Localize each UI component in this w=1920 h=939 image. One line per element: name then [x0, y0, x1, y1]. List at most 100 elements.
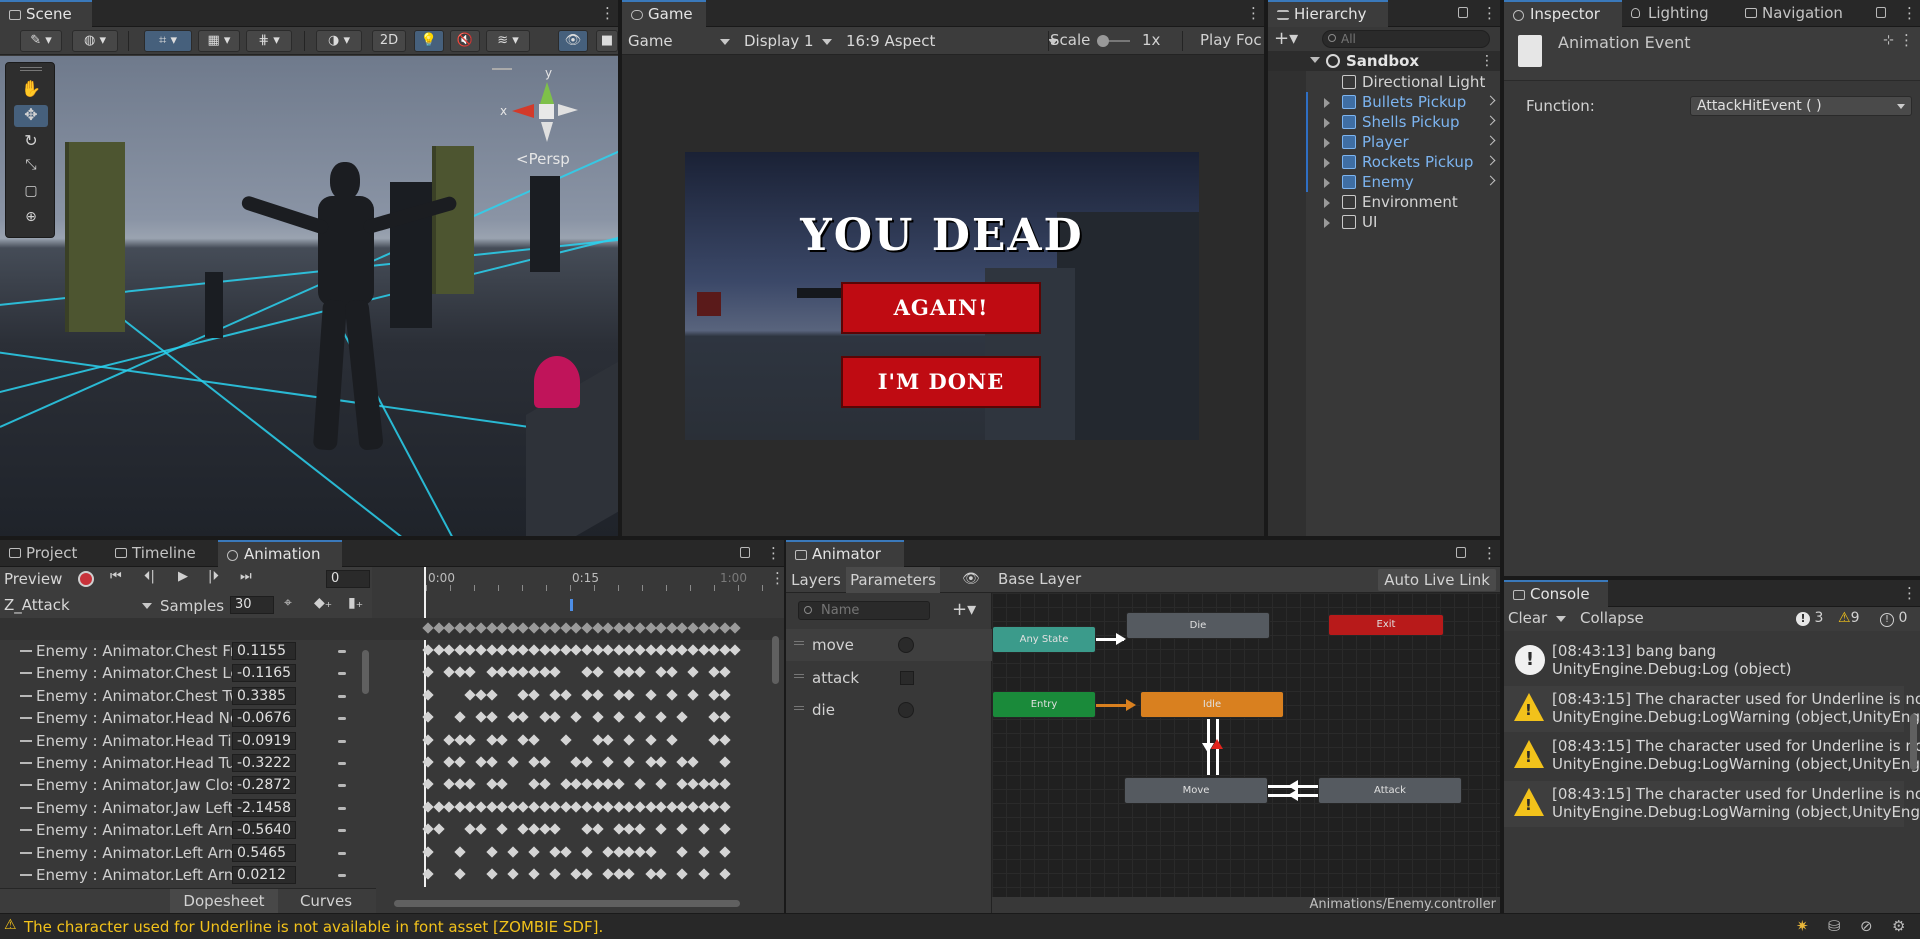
drag-handle-icon[interactable] — [794, 706, 804, 710]
keyframe[interactable] — [454, 868, 466, 880]
snap-increment-button[interactable]: ⋕ ▾ — [246, 30, 292, 52]
animation-event-marker[interactable] — [570, 599, 573, 611]
keyframe[interactable] — [443, 644, 455, 656]
keyframe[interactable] — [666, 733, 678, 746]
keyframe[interactable] — [422, 845, 434, 858]
track-options-icon[interactable] — [338, 784, 346, 788]
move-node[interactable]: Move — [1124, 777, 1268, 804]
scroll-thumb[interactable] — [394, 900, 740, 907]
breadcrumb-base-layer[interactable]: Base Layer — [998, 570, 1081, 588]
keyframe[interactable] — [443, 666, 455, 679]
expand-arrow-icon[interactable] — [1324, 198, 1335, 208]
keyframe[interactable] — [549, 644, 561, 656]
keyframe[interactable] — [602, 644, 614, 656]
keyframe[interactable] — [485, 778, 498, 791]
play-button[interactable]: ▶ — [178, 569, 188, 584]
keyframe[interactable] — [454, 756, 466, 768]
track-value-input[interactable]: -0.0919 — [232, 731, 296, 750]
keyframe[interactable] — [517, 823, 530, 835]
keyframe[interactable] — [708, 644, 720, 656]
tab-scene[interactable]: Scene — [0, 0, 92, 27]
keyframe[interactable] — [719, 823, 731, 835]
keyframe[interactable] — [708, 622, 720, 634]
keyframe[interactable] — [464, 733, 477, 746]
keyframe[interactable] — [634, 823, 646, 835]
last-keyframe-icon[interactable]: ⏭ — [240, 569, 252, 584]
animation-track[interactable]: Enemy : Animator.Left Arm 0.5465 — [0, 842, 372, 864]
tab-timeline[interactable]: Timeline — [106, 540, 218, 567]
keyframe[interactable] — [422, 644, 434, 656]
animation-menu-icon[interactable]: ⋮ — [766, 544, 781, 562]
keyframe[interactable] — [454, 845, 466, 858]
track-options-icon[interactable] — [338, 694, 346, 698]
add-keyframe-icon[interactable]: ◆₊ — [314, 595, 332, 611]
keyframe[interactable] — [687, 644, 699, 656]
hierarchy-item[interactable]: Rockets Pickup — [1268, 152, 1500, 172]
bool-toggle-radio[interactable] — [898, 702, 914, 718]
tab-lighting[interactable]: Lighting — [1622, 0, 1732, 27]
error-count-toggle[interactable]: ! 0 — [1880, 610, 1907, 627]
hierarchy-item[interactable]: Environment — [1268, 192, 1500, 212]
keyframe[interactable] — [708, 666, 720, 679]
attack-node[interactable]: Attack — [1318, 777, 1462, 804]
animation-track[interactable]: Enemy : Animator.Chest Tw 0.3385 — [0, 685, 372, 707]
toggle-2d-button[interactable]: 2D — [372, 30, 406, 52]
keyframe[interactable] — [634, 711, 646, 723]
keyframe[interactable] — [634, 801, 646, 813]
animator-menu-icon[interactable]: ⋮ — [1482, 544, 1497, 562]
eye-icon[interactable]: 👁 — [962, 571, 980, 587]
keyframe[interactable] — [570, 778, 583, 791]
track-options-icon[interactable] — [338, 739, 346, 743]
keyframe[interactable] — [581, 868, 593, 880]
keyframe[interactable] — [655, 756, 667, 768]
trigger-checkbox[interactable] — [900, 670, 914, 685]
next-keyframe-icon[interactable]: |⏵ — [208, 569, 219, 584]
keyframe[interactable] — [613, 778, 625, 791]
expand-arrow-icon[interactable] — [1324, 178, 1335, 188]
add-parameter-button[interactable]: +▾ — [952, 599, 976, 620]
keyframe[interactable] — [496, 733, 508, 746]
keyframe[interactable] — [464, 823, 477, 835]
keyframe[interactable] — [623, 868, 636, 880]
console-log-entry[interactable]: [08:43:15] The character used for Underl… — [1504, 780, 1920, 827]
any-state-node[interactable]: Any State — [992, 626, 1096, 653]
keyframe[interactable] — [443, 756, 455, 768]
keyframe[interactable] — [602, 622, 614, 634]
scene-viewport[interactable]: ✋ ✥ ↻ ⤡ ▢ ⊕ y x <Persp — [0, 56, 618, 536]
keyframe[interactable] — [485, 756, 498, 768]
hierarchy-add-button[interactable]: +▾ — [1274, 28, 1304, 50]
hierarchy-item[interactable]: Player — [1268, 132, 1500, 152]
keyframe[interactable] — [485, 689, 498, 701]
keyframe[interactable] — [676, 868, 689, 880]
keyframe[interactable] — [464, 778, 477, 791]
keyframe[interactable] — [443, 622, 455, 634]
audio-toggle-icon[interactable]: 🔇 — [450, 30, 480, 52]
first-keyframe-icon[interactable]: ⏮ — [110, 569, 122, 584]
keyframe[interactable] — [676, 711, 689, 723]
add-event-icon[interactable]: ▮₊ — [348, 595, 363, 611]
keyframe[interactable] — [623, 823, 636, 835]
curves-tab[interactable]: Curves — [280, 889, 372, 913]
console-log-entry[interactable]: [08:43:15] The character used for Underl… — [1504, 733, 1920, 779]
entry-node[interactable]: Entry — [992, 691, 1096, 718]
track-options-icon[interactable] — [338, 717, 346, 721]
parameter-row[interactable]: die — [786, 694, 992, 726]
auto-live-link-button[interactable]: Auto Live Link — [1378, 569, 1496, 591]
clear-button[interactable]: Clear — [1508, 609, 1547, 627]
keyframe[interactable] — [422, 689, 434, 701]
hierarchy-item[interactable]: Shells Pickup — [1268, 112, 1500, 132]
root-menu-icon[interactable]: ⋮ — [1480, 51, 1494, 71]
inspector-menu-icon[interactable]: ⋮ — [1902, 4, 1917, 22]
track-options-icon[interactable] — [338, 672, 346, 676]
track-value-input[interactable]: 0.3385 — [232, 686, 296, 705]
samples-input[interactable]: 30 — [230, 596, 274, 614]
keyframe[interactable] — [581, 756, 593, 768]
rotate-tool-icon[interactable]: ↻ — [14, 131, 48, 153]
keyframe[interactable] — [496, 622, 508, 634]
keyframe[interactable] — [422, 778, 434, 791]
layers-tab[interactable]: Layers — [786, 567, 846, 593]
keyframe[interactable] — [634, 622, 646, 634]
keyframe[interactable] — [719, 801, 731, 813]
tab-hierarchy[interactable]: Hierarchy — [1268, 0, 1388, 27]
move-tool-icon[interactable]: ✥ — [14, 105, 48, 127]
